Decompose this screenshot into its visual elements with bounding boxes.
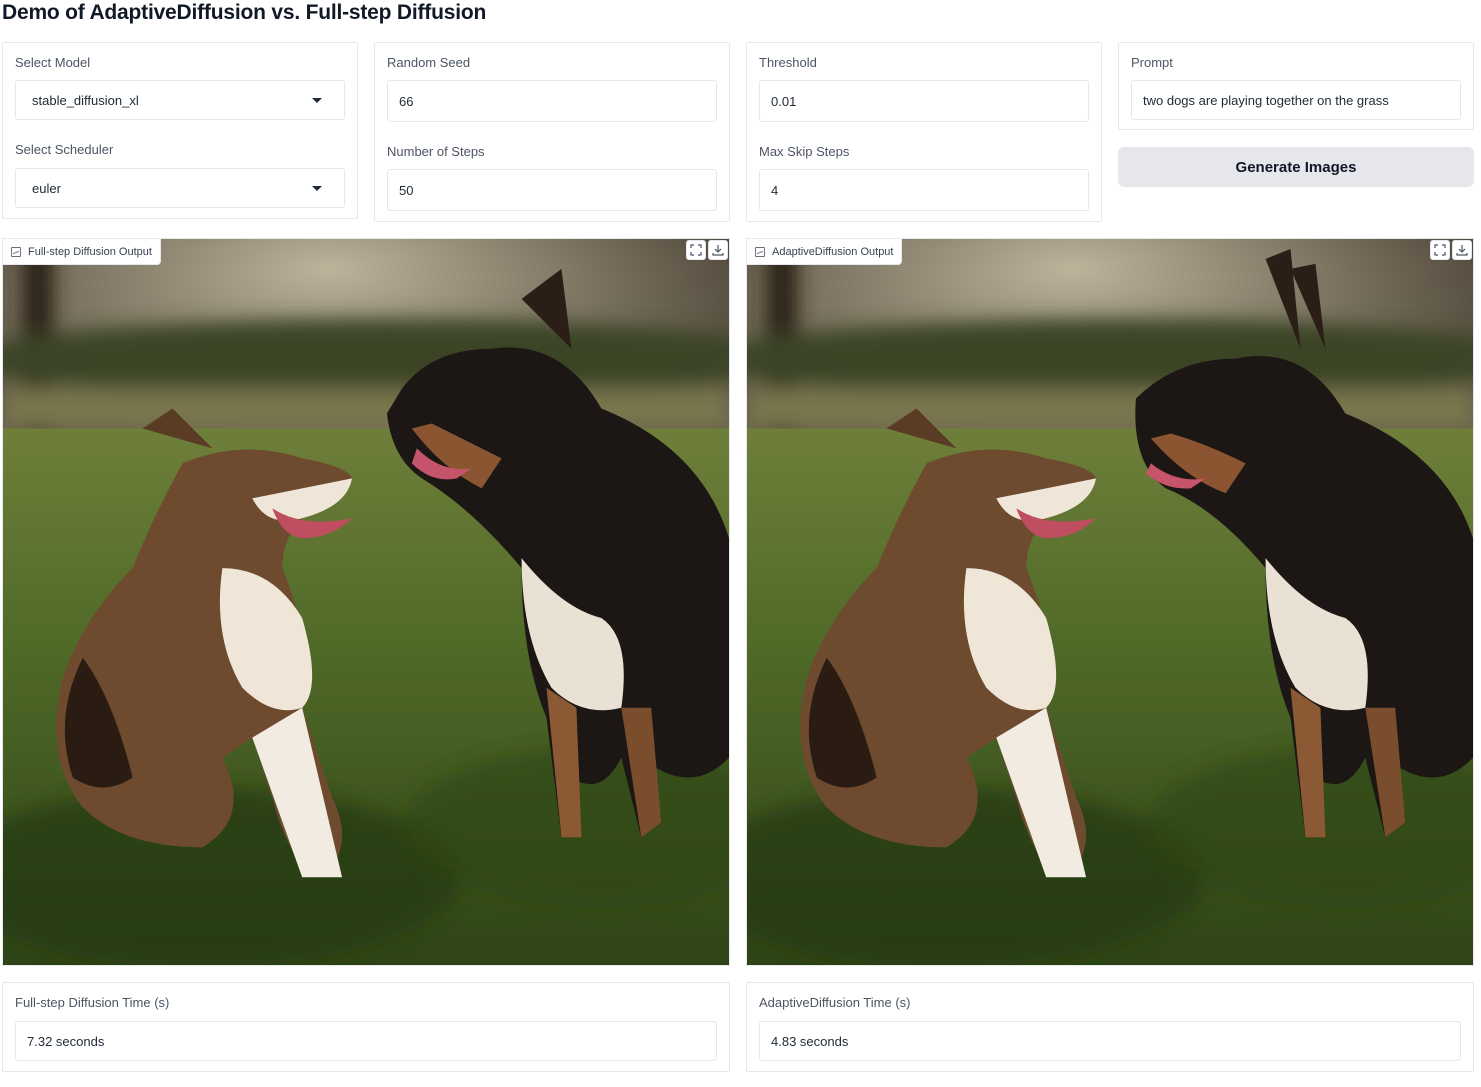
seed-label: Random Seed <box>387 55 471 70</box>
steps-input[interactable] <box>387 169 717 211</box>
full-step-output-label: Full-step Diffusion Output <box>28 245 152 258</box>
full-step-time-field[interactable] <box>15 1021 717 1061</box>
model-label: Select Model <box>15 55 91 70</box>
dogs-on-grass-image <box>3 239 729 965</box>
fullscreen-button[interactable] <box>686 240 706 260</box>
model-settings-panel: Select Model stable_diffusion_xl Select … <box>2 42 358 219</box>
full-step-output-image: Full-step Diffusion Output <box>2 238 730 966</box>
chevron-down-icon <box>312 185 322 191</box>
threshold-panel: Threshold Max Skip Steps <box>746 42 1102 222</box>
model-dropdown[interactable]: stable_diffusion_xl <box>15 80 345 120</box>
download-icon <box>712 245 724 256</box>
fullscreen-icon <box>690 244 702 256</box>
adaptive-time-field[interactable] <box>759 1021 1461 1061</box>
full-step-output-label-tag: Full-step Diffusion Output <box>3 239 161 265</box>
fullscreen-icon <box>1434 244 1446 256</box>
threshold-label: Threshold <box>759 55 817 70</box>
image-icon <box>11 246 21 257</box>
scheduler-dropdown[interactable]: euler <box>15 168 345 208</box>
scheduler-label: Select Scheduler <box>15 142 114 157</box>
max-skip-input[interactable] <box>759 169 1089 211</box>
generate-images-button[interactable]: Generate Images <box>1118 147 1474 187</box>
image-toolbar <box>1430 240 1472 260</box>
dogs-on-grass-image <box>747 239 1473 965</box>
download-button[interactable] <box>1452 240 1472 260</box>
adaptive-time-panel: AdaptiveDiffusion Time (s) <box>746 982 1474 1072</box>
image-toolbar <box>686 240 728 260</box>
chevron-down-icon <box>312 97 322 103</box>
prompt-label: Prompt <box>1131 55 1173 70</box>
adaptive-output-image: AdaptiveDiffusion Output <box>746 238 1474 966</box>
adaptive-output-label: AdaptiveDiffusion Output <box>772 245 894 258</box>
steps-label: Number of Steps <box>387 144 485 159</box>
scheduler-value: euler <box>32 180 61 196</box>
download-button[interactable] <box>708 240 728 260</box>
seed-steps-panel: Random Seed Number of Steps <box>374 42 730 222</box>
adaptive-time-label: AdaptiveDiffusion Time (s) <box>759 995 911 1010</box>
prompt-panel: Prompt <box>1118 42 1474 130</box>
max-skip-label: Max Skip Steps <box>759 144 850 159</box>
download-icon <box>1456 245 1468 256</box>
full-step-time-label: Full-step Diffusion Time (s) <box>15 995 170 1010</box>
fullscreen-button[interactable] <box>1430 240 1450 260</box>
seed-input[interactable] <box>387 80 717 122</box>
adaptive-output-label-tag: AdaptiveDiffusion Output <box>747 239 903 265</box>
full-step-time-panel: Full-step Diffusion Time (s) <box>2 982 730 1072</box>
image-icon <box>755 246 765 257</box>
model-value: stable_diffusion_xl <box>32 92 139 108</box>
page-title: Demo of AdaptiveDiffusion vs. Full-step … <box>2 1 487 24</box>
threshold-input[interactable] <box>759 80 1089 122</box>
prompt-input[interactable] <box>1131 80 1461 120</box>
